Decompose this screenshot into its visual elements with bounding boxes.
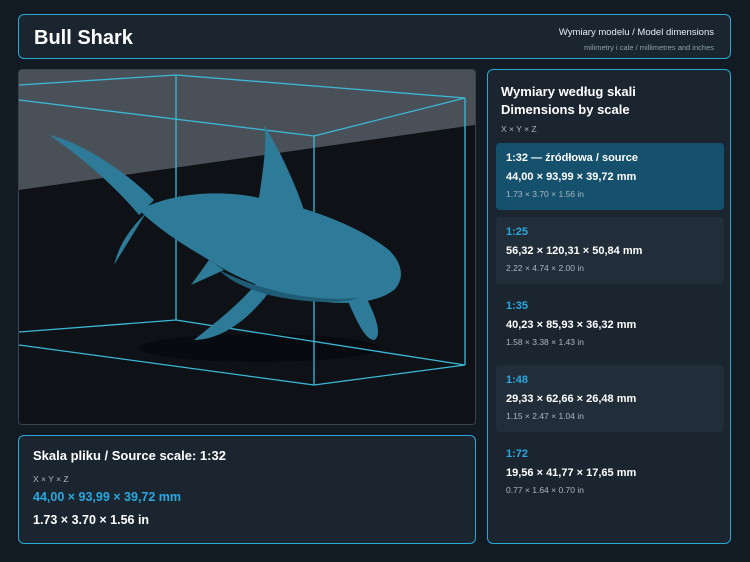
scale-dimensions-mm: 19,56 × 41,77 × 17,65 mm <box>506 467 637 479</box>
scale-label: 1:32 — źródłowa / source <box>506 152 639 164</box>
scales-heading-pl: Wymiary według skali <box>501 84 636 99</box>
scale-card-1-48[interactable]: 1:48 29,33 × 62,66 × 26,48 mm 1.15 × 2.4… <box>496 365 724 432</box>
scale-label: 1:35 <box>506 300 529 312</box>
shark-model-render <box>19 70 475 424</box>
scale-label: 1:72 <box>506 448 529 460</box>
source-scale-title: Skala pliku / Source scale: 1:32 <box>33 448 226 463</box>
header-subtitle: Wymiary modelu / Model dimensions <box>558 27 714 38</box>
source-axis-label: X × Y × Z <box>33 474 69 484</box>
scales-axis-label: X × Y × Z <box>501 124 537 134</box>
scale-dimensions-in: 1.73 × 3.70 × 1.56 in <box>506 189 584 199</box>
source-dimensions-in: 1.73 × 3.70 × 1.56 in <box>33 513 150 527</box>
model-viewport[interactable] <box>18 69 476 425</box>
model-shadow <box>139 334 379 362</box>
header-subtitle-small: milimetry i cale / millimetres and inche… <box>583 43 714 52</box>
scale-dimensions-in: 0.77 × 1.64 × 0.70 in <box>506 485 584 495</box>
scales-heading: Wymiary według skali Dimensions by scale <box>501 83 636 119</box>
scale-dimensions-mm: 44,00 × 93,99 × 39,72 mm <box>506 171 637 183</box>
scale-card-1-72[interactable]: 1:72 19,56 × 41,77 × 17,65 mm 0.77 × 1.6… <box>496 439 724 506</box>
scale-card-1-25[interactable]: 1:25 56,32 × 120,31 × 50,84 mm 2.22 × 4.… <box>496 217 724 284</box>
source-scale-panel: Skala pliku / Source scale: 1:32 X × Y ×… <box>18 435 476 544</box>
header-panel: Bull Shark Wymiary modelu / Model dimens… <box>18 14 731 59</box>
scale-dimensions-mm: 40,23 × 85,93 × 36,32 mm <box>506 319 637 331</box>
page-title: Bull Shark <box>34 27 133 49</box>
scale-dimensions-mm: 56,32 × 120,31 × 50,84 mm <box>506 245 643 257</box>
scale-card-1-35[interactable]: 1:35 40,23 × 85,93 × 36,32 mm 1.58 × 3.3… <box>496 291 724 358</box>
scale-dimensions-in: 1.58 × 3.38 × 1.43 in <box>506 337 584 347</box>
scale-card-1-32[interactable]: 1:32 — źródłowa / source 44,00 × 93,99 ×… <box>496 143 724 210</box>
scale-label: 1:25 <box>506 226 529 238</box>
scale-label: 1:48 <box>506 374 529 386</box>
scale-dimensions-mm: 29,33 × 62,66 × 26,48 mm <box>506 393 637 405</box>
source-dimensions-mm: 44,00 × 93,99 × 39,72 mm <box>33 490 182 504</box>
scale-dimensions-in: 1.15 × 2.47 × 1.04 in <box>506 411 584 421</box>
scale-dimensions-in: 2.22 × 4.74 × 2.00 in <box>506 263 584 273</box>
scales-heading-en: Dimensions by scale <box>501 102 630 117</box>
scales-panel: Wymiary według skali Dimensions by scale… <box>487 69 731 544</box>
